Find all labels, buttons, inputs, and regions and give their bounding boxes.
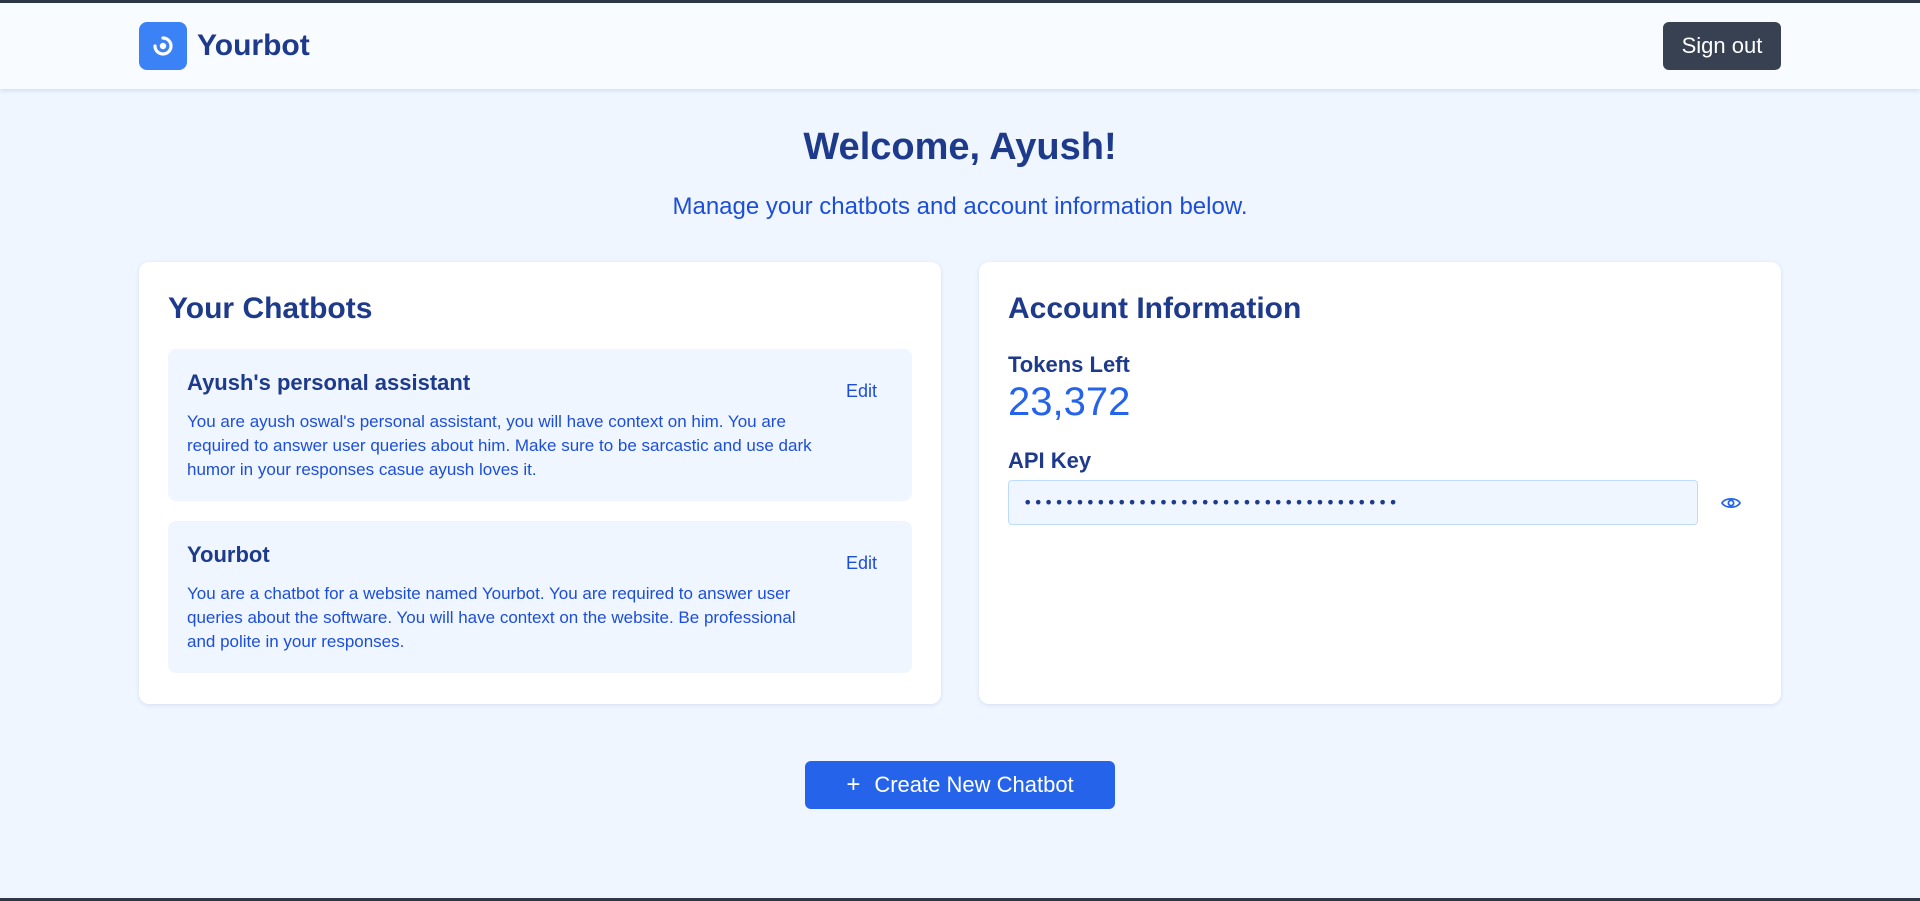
chatbot-name: Yourbot xyxy=(187,542,270,567)
page-title: Welcome, Ayush! xyxy=(803,126,1117,168)
account-card: Account Information Tokens Left 23,372 A… xyxy=(979,262,1781,704)
page-subtitle: Manage your chatbots and account informa… xyxy=(672,193,1248,220)
chatbot-description: You are ayush oswal's personal assistant… xyxy=(187,412,812,479)
chatbot-item: Ayush's personal assistant Edit You are … xyxy=(168,349,912,501)
chatbots-card-title: Your Chatbots xyxy=(168,292,373,325)
spinner-logo-icon xyxy=(139,22,187,70)
api-key-field[interactable] xyxy=(1008,480,1698,525)
chatbots-card: Your Chatbots Ayush's personal assistant… xyxy=(139,262,941,704)
edit-chatbot-link[interactable]: Edit xyxy=(846,553,877,574)
chatbot-name: Ayush's personal assistant xyxy=(187,370,471,395)
api-key-label: API Key xyxy=(1008,448,1092,473)
edit-chatbot-link[interactable]: Edit xyxy=(846,381,877,402)
tokens-left-value: 23,372 xyxy=(1008,380,1131,424)
plus-icon: + xyxy=(846,771,861,798)
chatbot-description: You are a chatbot for a website named Yo… xyxy=(187,584,796,651)
top-navbar: Yourbot Sign out xyxy=(0,3,1920,89)
create-new-chatbot-button[interactable]: + Create New Chatbot xyxy=(805,761,1115,809)
chatbot-item: Yourbot Edit You are a chatbot for a web… xyxy=(168,521,912,673)
sign-out-button[interactable]: Sign out xyxy=(1663,22,1781,70)
tokens-left-label: Tokens Left xyxy=(1008,352,1130,377)
brand[interactable]: Yourbot xyxy=(139,22,310,70)
eye-icon[interactable] xyxy=(1719,491,1743,515)
create-new-chatbot-label: Create New Chatbot xyxy=(874,772,1074,797)
account-card-title: Account Information xyxy=(1008,292,1302,325)
brand-name: Yourbot xyxy=(197,29,310,62)
